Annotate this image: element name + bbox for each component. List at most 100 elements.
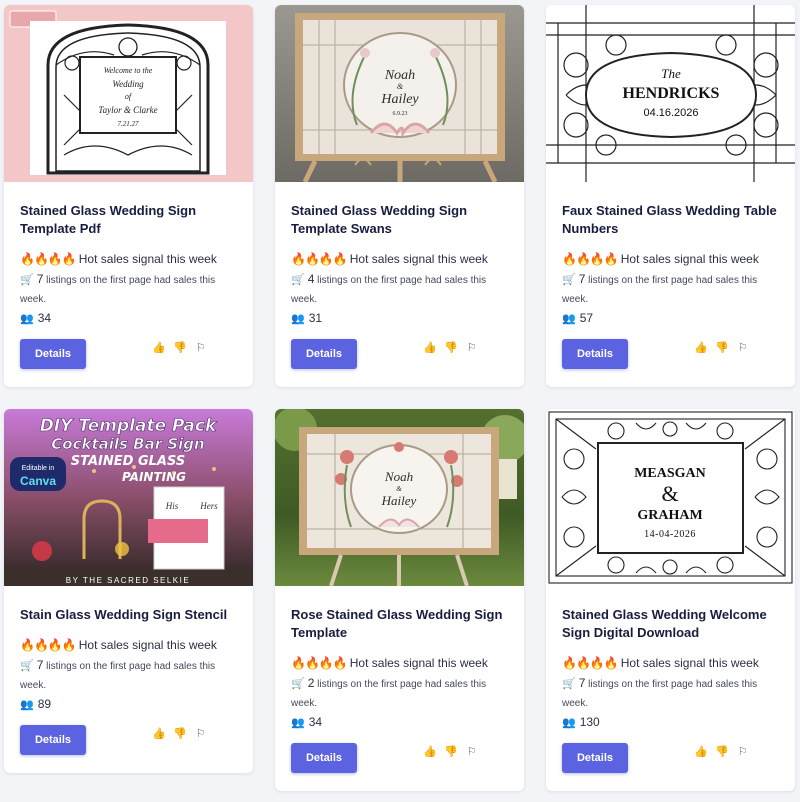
hot-sales-signal: 🔥🔥🔥🔥 Hot sales signal this week [291, 252, 488, 266]
svg-text:04.16.2026: 04.16.2026 [643, 107, 698, 119]
product-title[interactable]: Stained Glass Wedding Sign Template Swan… [291, 202, 508, 238]
people-count: 👥 34 [20, 311, 52, 325]
fire-icon: 🔥🔥🔥🔥 [291, 252, 348, 266]
thumbs-down-icon[interactable]: 👎 [444, 341, 458, 354]
details-button[interactable]: Details [562, 339, 628, 369]
listing-sales-info: 🛒 2 listings on the first page had sales … [291, 676, 487, 709]
svg-text:14-04-2026: 14-04-2026 [644, 529, 696, 540]
product-card[interactable]: DIY Template Pack Cocktails Bar Sign STA… [4, 409, 253, 773]
people-icon: 👥 [20, 313, 34, 325]
thumbs-down-icon[interactable]: 👎 [715, 341, 729, 354]
details-button[interactable]: Details [20, 725, 86, 755]
product-card[interactable]: The HENDRICKS 04.16.2026 Faux Stained Gl… [546, 5, 795, 387]
cart-icon: 🛒 [562, 678, 576, 690]
svg-text:Cocktails Bar Sign: Cocktails Bar Sign [51, 435, 204, 453]
hot-sales-signal: 🔥🔥🔥🔥 Hot sales signal this week [20, 638, 217, 652]
people-icon: 👥 [20, 699, 34, 711]
flag-icon[interactable]: ⚐ [465, 341, 478, 354]
fire-icon: 🔥🔥🔥🔥 [20, 638, 77, 652]
thumbs-up-icon[interactable]: 👍 [423, 341, 437, 354]
svg-text:&: & [661, 481, 678, 506]
people-icon: 👥 [291, 717, 305, 729]
image-caption: The [661, 66, 681, 81]
flag-icon[interactable]: ⚐ [194, 341, 207, 354]
people-icon: 👥 [562, 717, 576, 729]
svg-text:Editable in: Editable in [22, 465, 55, 472]
product-image[interactable]: The HENDRICKS 04.16.2026 [546, 5, 795, 182]
svg-text:GRAHAM: GRAHAM [637, 508, 702, 523]
svg-text:7.21.27: 7.21.27 [118, 120, 140, 128]
svg-text:His: His [165, 501, 179, 511]
thumbs-up-icon[interactable]: 👍 [694, 745, 708, 758]
svg-text:Canva: Canva [20, 474, 56, 488]
listing-sales-info: 🛒 7 listings on the first page had sales … [20, 658, 216, 691]
svg-text:HENDRICKS: HENDRICKS [623, 85, 720, 102]
image-caption: Noah [384, 469, 413, 484]
flag-icon[interactable]: ⚐ [736, 745, 749, 758]
image-caption: Welcome to the [104, 66, 153, 75]
details-button[interactable]: Details [562, 743, 628, 773]
listing-sales-info: 🛒 7 listings on the first page had sales … [562, 676, 758, 709]
image-caption: Noah [384, 68, 415, 83]
thumbs-up-icon[interactable]: 👍 [152, 727, 166, 740]
details-button[interactable]: Details [20, 339, 86, 369]
svg-text:Hailey: Hailey [380, 92, 419, 107]
people-count: 👥 34 [291, 715, 323, 729]
product-image[interactable]: Noah & Hailey [275, 409, 524, 586]
product-title[interactable]: Stain Glass Wedding Sign Stencil [20, 606, 237, 624]
product-title[interactable]: Faux Stained Glass Wedding Table Numbers [562, 202, 779, 238]
flag-icon[interactable]: ⚐ [736, 341, 749, 354]
cart-icon: 🛒 [562, 274, 576, 286]
people-count: 👥 57 [562, 311, 594, 325]
listing-sales-info: 🛒 7 listings on the first page had sales … [562, 272, 758, 305]
svg-text:Hailey: Hailey [381, 493, 417, 508]
product-title[interactable]: Stained Glass Wedding Sign Template Pdf [20, 202, 237, 238]
product-card[interactable]: Noah & Hailey 6.9.23 Stained Glass Weddi… [275, 5, 524, 387]
cart-icon: 🛒 [20, 660, 34, 672]
product-card[interactable]: Welcome to the Wedding of Taylor & Clark… [4, 5, 253, 387]
details-button[interactable]: Details [291, 339, 357, 369]
image-caption: DIY Template Pack [40, 416, 218, 436]
image-caption: MEASGAN [634, 466, 706, 481]
cart-icon: 🛒 [291, 274, 305, 286]
hot-sales-signal: 🔥🔥🔥🔥 Hot sales signal this week [562, 656, 759, 670]
product-card[interactable]: MEASGAN & GRAHAM 14-04-2026 Stained Glas… [546, 409, 795, 791]
people-count: 👥 89 [20, 697, 52, 711]
svg-text:Hers: Hers [199, 501, 218, 511]
thumbs-up-icon[interactable]: 👍 [694, 341, 708, 354]
svg-text:Wedding: Wedding [112, 79, 144, 89]
product-image[interactable]: MEASGAN & GRAHAM 14-04-2026 [546, 409, 795, 586]
thumbs-down-icon[interactable]: 👎 [444, 745, 458, 758]
listing-sales-info: 🛒 4 listings on the first page had sales … [291, 272, 487, 305]
fire-icon: 🔥🔥🔥🔥 [20, 252, 77, 266]
svg-text:BY THE SACRED SELKIE: BY THE SACRED SELKIE [66, 576, 190, 585]
svg-text:PAINTING: PAINTING [122, 470, 186, 484]
svg-text:6.9.23: 6.9.23 [393, 111, 408, 117]
people-icon: 👥 [291, 313, 305, 325]
people-count: 👥 31 [291, 311, 323, 325]
hot-sales-signal: 🔥🔥🔥🔥 Hot sales signal this week [20, 252, 217, 266]
product-image[interactable]: DIY Template Pack Cocktails Bar Sign STA… [4, 409, 253, 586]
product-image[interactable]: Noah & Hailey 6.9.23 [275, 5, 524, 182]
cart-icon: 🛒 [291, 678, 305, 690]
product-title[interactable]: Stained Glass Wedding Welcome Sign Digit… [562, 606, 779, 642]
flag-icon[interactable]: ⚐ [465, 745, 478, 758]
product-grid: Welcome to the Wedding of Taylor & Clark… [0, 0, 800, 802]
details-button[interactable]: Details [291, 743, 357, 773]
listing-sales-info: 🛒 7 listings on the first page had sales … [20, 272, 216, 305]
thumbs-down-icon[interactable]: 👎 [173, 727, 187, 740]
hot-sales-signal: 🔥🔥🔥🔥 Hot sales signal this week [291, 656, 488, 670]
flag-icon[interactable]: ⚐ [194, 727, 207, 740]
svg-text:Taylor & Clarke: Taylor & Clarke [98, 105, 157, 115]
product-title[interactable]: Rose Stained Glass Wedding Sign Template [291, 606, 508, 642]
thumbs-up-icon[interactable]: 👍 [423, 745, 437, 758]
thumbs-up-icon[interactable]: 👍 [152, 341, 166, 354]
thumbs-down-icon[interactable]: 👎 [173, 341, 187, 354]
thumbs-down-icon[interactable]: 👎 [715, 745, 729, 758]
fire-icon: 🔥🔥🔥🔥 [291, 656, 348, 670]
hot-sales-signal: 🔥🔥🔥🔥 Hot sales signal this week [562, 252, 759, 266]
product-image[interactable]: Welcome to the Wedding of Taylor & Clark… [4, 5, 253, 182]
product-card[interactable]: Noah & Hailey Rose Stained Glass Wedding… [275, 409, 524, 791]
people-count: 👥 130 [562, 715, 600, 729]
cart-icon: 🛒 [20, 274, 34, 286]
